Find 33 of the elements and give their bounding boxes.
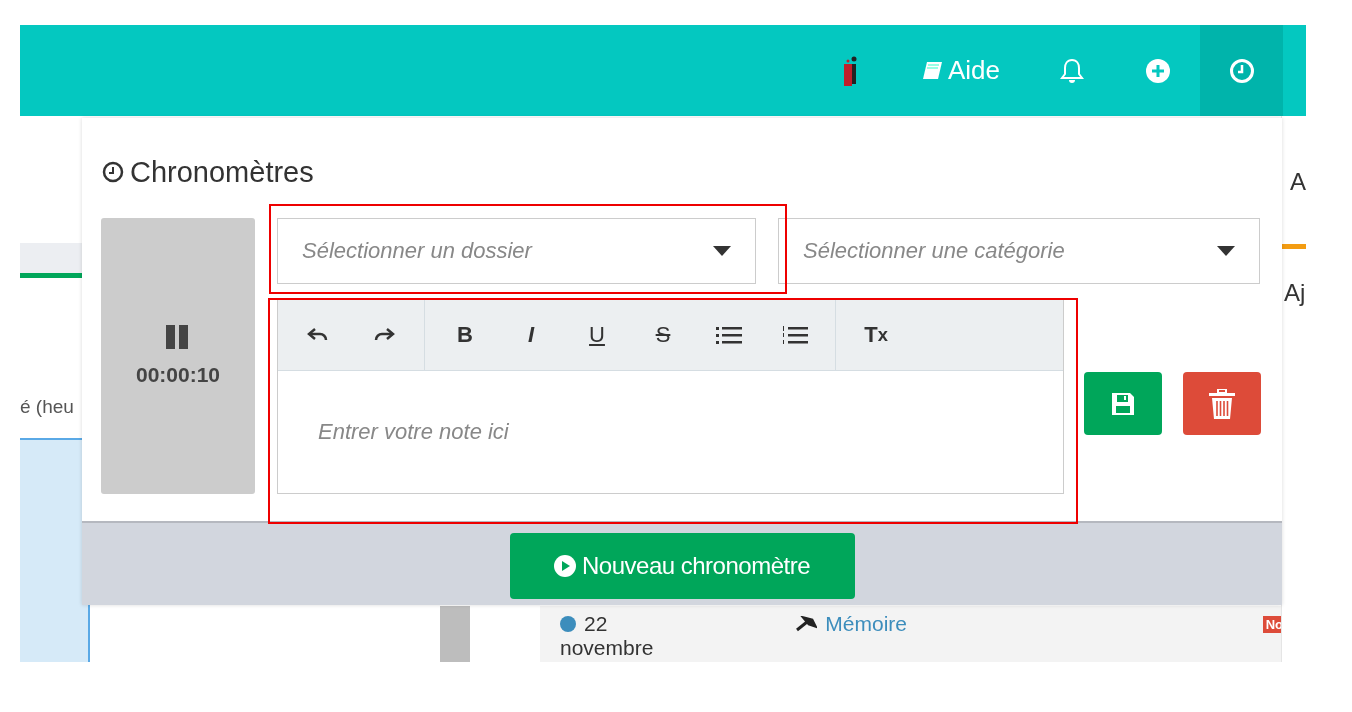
book-icon	[921, 60, 944, 81]
save-icon	[1110, 390, 1136, 417]
trash-icon	[1209, 388, 1235, 419]
panel-title: Chronomètres	[102, 154, 1282, 190]
clock-icon	[102, 161, 124, 183]
caret-icon	[1217, 246, 1235, 256]
undo-icon	[307, 328, 329, 342]
folder-select[interactable]: Sélectionner un dossier	[277, 218, 756, 284]
logo-icon[interactable]	[843, 55, 858, 86]
event-month: novembre	[560, 636, 655, 660]
category-select[interactable]: Sélectionner une catégorie	[778, 218, 1260, 284]
timer-button[interactable]	[1200, 25, 1283, 116]
timer-toggle[interactable]: 00:00:10	[101, 218, 255, 494]
play-icon	[554, 555, 576, 577]
delete-button[interactable]	[1183, 372, 1261, 435]
save-button[interactable]	[1084, 372, 1162, 435]
bullet-list-icon	[716, 326, 742, 344]
format-button[interactable]: B	[435, 315, 495, 355]
caret-icon	[713, 246, 731, 256]
numbered-list-icon	[782, 326, 808, 344]
pause-icon	[165, 325, 191, 349]
hammer-icon	[795, 616, 818, 632]
note-field[interactable]: Entrer votre note ici	[278, 371, 1063, 493]
format-button[interactable]: I	[501, 315, 561, 355]
event-day: 22	[584, 612, 608, 636]
clock-icon	[1228, 57, 1255, 84]
format-button[interactable]: S	[633, 315, 693, 355]
button-label[interactable]: A	[1290, 168, 1306, 196]
redo-icon	[373, 328, 395, 342]
column-header: é (heu	[20, 396, 75, 418]
dot-icon	[560, 616, 576, 632]
format-button[interactable]: U	[567, 315, 627, 355]
button-label[interactable]: Aj	[1284, 279, 1306, 307]
